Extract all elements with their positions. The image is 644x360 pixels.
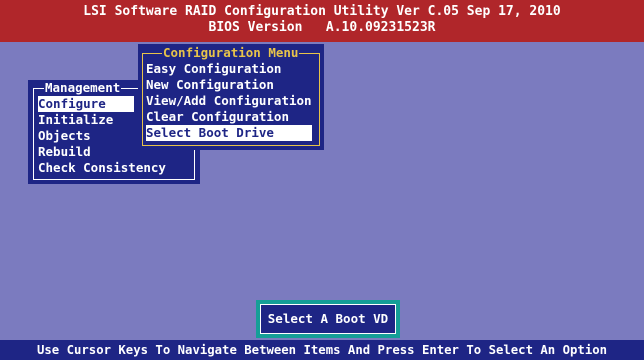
menu-item-select-boot-drive[interactable]: Select Boot Drive [146, 125, 312, 141]
menu-item-initialize[interactable]: Initialize [38, 112, 134, 128]
bios-version: BIOS Version A.10.09231523R [208, 20, 436, 35]
management-menu-title: Management [44, 80, 122, 96]
title-bar: LSI Software RAID Configuration Utility … [0, 0, 644, 42]
menu-item-view-add-configuration[interactable]: View/Add Configuration [146, 93, 312, 109]
status-bar: Use Cursor Keys To Navigate Between Item… [0, 340, 644, 360]
configuration-menu: Configuration Menu Easy Configuration Ne… [138, 44, 324, 150]
menu-item-rebuild[interactable]: Rebuild [38, 144, 134, 160]
menu-item-configure[interactable]: Configure [38, 96, 134, 112]
select-boot-vd-popup[interactable]: Select A Boot VD [256, 300, 400, 338]
menu-item-new-configuration[interactable]: New Configuration [146, 77, 312, 93]
select-boot-vd-label[interactable]: Select A Boot VD [260, 304, 396, 334]
menu-item-easy-configuration[interactable]: Easy Configuration [146, 61, 312, 77]
configuration-menu-items: Easy Configuration New Configuration Vie… [146, 61, 312, 141]
app-title: LSI Software RAID Configuration Utility … [83, 4, 561, 19]
menu-item-clear-configuration[interactable]: Clear Configuration [146, 109, 312, 125]
configuration-menu-title: Configuration Menu [162, 45, 300, 61]
menu-item-objects[interactable]: Objects [38, 128, 134, 144]
menu-item-check-consistency[interactable]: Check Consistency [38, 160, 188, 176]
